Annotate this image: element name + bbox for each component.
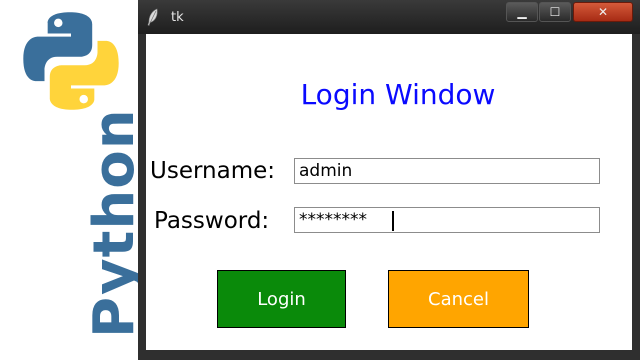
window-titlebar[interactable]: tk ▁ ☐ ✕ <box>138 0 640 34</box>
text-caret <box>392 211 394 231</box>
login-button-label: Login <box>257 288 306 310</box>
cancel-button-label: Cancel <box>428 288 489 310</box>
close-button[interactable]: ✕ <box>573 2 633 22</box>
maximize-button[interactable]: ☐ <box>539 2 571 22</box>
tk-window: tk ▁ ☐ ✕ Login Window Username: Password… <box>138 0 640 360</box>
maximize-icon: ☐ <box>549 5 561 19</box>
python-logo-icon <box>23 12 119 110</box>
password-input[interactable] <box>294 207 600 233</box>
username-label: Username: <box>150 158 275 184</box>
window-title: tk <box>171 10 184 25</box>
password-label: Password: <box>154 208 270 234</box>
close-icon: ✕ <box>597 5 609 19</box>
cancel-button[interactable]: Cancel <box>388 270 529 328</box>
login-heading-text: Login Window <box>300 78 496 111</box>
login-button[interactable]: Login <box>217 270 346 328</box>
minimize-button[interactable]: ▁ <box>506 2 538 22</box>
feather-icon <box>147 8 158 26</box>
login-heading: Login Window <box>146 78 632 111</box>
minimize-icon: ▁ <box>517 5 527 19</box>
python-banner: Python <box>0 0 147 360</box>
username-input[interactable] <box>294 158 600 184</box>
window-client-area: Login Window Username: Password: Login C… <box>146 34 632 350</box>
